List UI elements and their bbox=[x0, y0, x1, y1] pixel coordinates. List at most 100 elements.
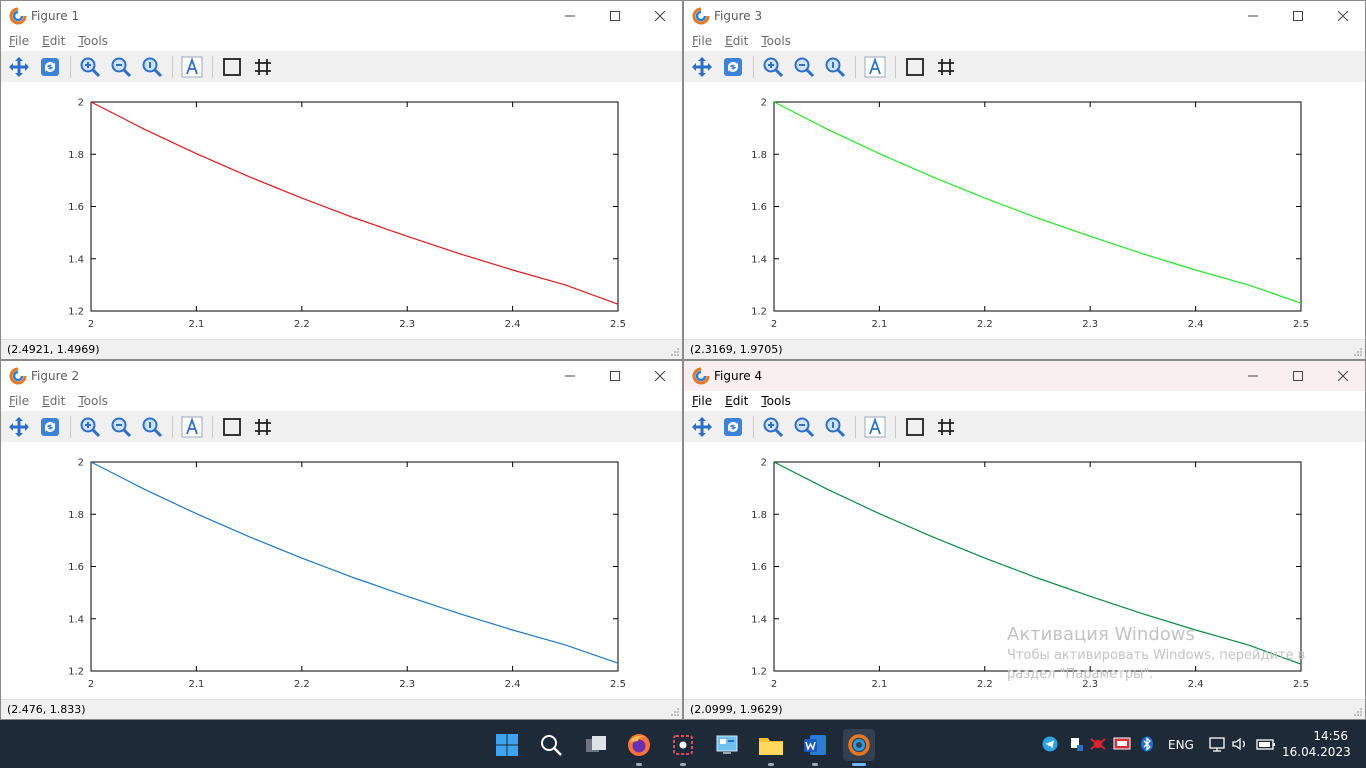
zoom-in-button[interactable] bbox=[76, 414, 104, 440]
maximize-button[interactable] bbox=[592, 1, 637, 31]
status-bar: (2.0999, 1.9629) bbox=[684, 699, 1365, 719]
toolbar-separator bbox=[895, 415, 896, 438]
axes-frame bbox=[773, 461, 1302, 672]
title-bar[interactable]: Figure 3 bbox=[684, 1, 1365, 31]
control-panel-icon[interactable] bbox=[711, 729, 743, 761]
menu-file[interactable]: File bbox=[692, 34, 712, 48]
rotate-button[interactable] bbox=[719, 54, 747, 80]
resize-grip-icon[interactable] bbox=[670, 347, 680, 357]
minimize-button[interactable] bbox=[547, 361, 592, 391]
grid-button[interactable] bbox=[249, 54, 277, 80]
zoom-in-button[interactable] bbox=[76, 54, 104, 80]
text-a-icon bbox=[181, 416, 203, 437]
resize-grip-icon[interactable] bbox=[670, 707, 680, 717]
maximize-button[interactable] bbox=[592, 361, 637, 391]
plot-area[interactable]: 2 2.1 2.2 2.3 2.4 2.5 1.2 1.4 1.6 1.8 2 bbox=[684, 83, 1366, 341]
text-button[interactable] bbox=[861, 54, 889, 80]
grid-button[interactable] bbox=[249, 414, 277, 440]
menu-edit[interactable]: Edit bbox=[42, 394, 65, 408]
resize-grip-icon[interactable] bbox=[1353, 707, 1363, 717]
zoom-out-button[interactable] bbox=[790, 414, 818, 440]
octave-icon[interactable] bbox=[843, 729, 875, 766]
maximize-button[interactable] bbox=[1275, 361, 1320, 391]
menu-tools[interactable]: Tools bbox=[78, 394, 108, 408]
title-bar[interactable]: Figure 2 bbox=[1, 361, 682, 391]
input-language[interactable]: ENG bbox=[1168, 738, 1194, 752]
snipping-tool-icon[interactable] bbox=[667, 729, 699, 766]
menu-file[interactable]: File bbox=[9, 394, 29, 408]
zoom-out-icon bbox=[111, 57, 132, 77]
zoom-reset-icon bbox=[825, 417, 846, 437]
close-icon bbox=[654, 11, 665, 21]
clock-time[interactable]: 14:56 bbox=[1290, 729, 1348, 743]
telegram-tray-icon[interactable] bbox=[1040, 734, 1060, 754]
menu-tools[interactable]: Tools bbox=[761, 394, 791, 408]
pan-button[interactable] bbox=[688, 414, 716, 440]
pan-button[interactable] bbox=[5, 414, 33, 440]
network-warning-tray-icon[interactable] bbox=[1088, 734, 1108, 754]
plot-area[interactable]: 2 2.1 2.2 2.3 2.4 2.5 1.2 1.4 1.6 1.8 2 bbox=[1, 83, 683, 341]
pan-button[interactable] bbox=[688, 54, 716, 80]
menu-file[interactable]: File bbox=[9, 34, 29, 48]
zoom-reset-button[interactable] bbox=[138, 414, 166, 440]
menu-file[interactable]: File bbox=[692, 394, 712, 408]
text-button[interactable] bbox=[178, 414, 206, 440]
network-tray-icon[interactable] bbox=[1208, 734, 1228, 754]
file-explorer-icon[interactable] bbox=[755, 729, 787, 766]
zoom-out-button[interactable] bbox=[107, 414, 135, 440]
zoom-out-button[interactable] bbox=[790, 54, 818, 80]
menu-edit[interactable]: Edit bbox=[725, 394, 748, 408]
rotate-button[interactable] bbox=[36, 414, 64, 440]
grid-button[interactable] bbox=[932, 414, 960, 440]
windows-start-icon[interactable] bbox=[491, 729, 523, 761]
close-button[interactable] bbox=[637, 361, 682, 391]
title-bar[interactable]: Figure 4 bbox=[684, 361, 1365, 391]
menu-edit[interactable]: Edit bbox=[42, 34, 65, 48]
resize-grip-icon[interactable] bbox=[1353, 347, 1363, 357]
grid-button[interactable] bbox=[932, 54, 960, 80]
close-button[interactable] bbox=[637, 1, 682, 31]
x-tick-label: 2.5 bbox=[1293, 319, 1309, 330]
x-tick-label: 2.5 bbox=[610, 679, 626, 690]
axes-box-button[interactable] bbox=[218, 54, 246, 80]
text-button[interactable] bbox=[178, 54, 206, 80]
rotate-button[interactable] bbox=[36, 54, 64, 80]
plot-area[interactable]: 2 2.1 2.2 2.3 2.4 2.5 1.2 1.4 1.6 1.8 2 bbox=[684, 443, 1366, 701]
maximize-button[interactable] bbox=[1275, 1, 1320, 31]
toolbar-separator bbox=[753, 415, 754, 438]
pan-button[interactable] bbox=[5, 54, 33, 80]
task-view-icon[interactable] bbox=[580, 729, 612, 761]
running-indicator bbox=[852, 763, 866, 766]
minimize-button[interactable] bbox=[1230, 361, 1275, 391]
zoom-in-button[interactable] bbox=[759, 54, 787, 80]
zoom-out-button[interactable] bbox=[107, 54, 135, 80]
axes-box-button[interactable] bbox=[901, 414, 929, 440]
axes-box-button[interactable] bbox=[218, 414, 246, 440]
zoom-reset-button[interactable] bbox=[138, 54, 166, 80]
firefox-icon[interactable] bbox=[623, 729, 655, 766]
usb-device-tray-icon[interactable] bbox=[1066, 734, 1086, 754]
minimize-button[interactable] bbox=[1230, 1, 1275, 31]
title-bar[interactable]: Figure 1 bbox=[1, 1, 682, 31]
volume-tray-icon[interactable] bbox=[1230, 734, 1250, 754]
text-button[interactable] bbox=[861, 414, 889, 440]
zoom-in-button[interactable] bbox=[759, 414, 787, 440]
menu-tools[interactable]: Tools bbox=[78, 34, 108, 48]
display-tray-icon[interactable] bbox=[1112, 734, 1132, 754]
battery-tray-icon[interactable] bbox=[1256, 734, 1276, 754]
axes-box-button[interactable] bbox=[901, 54, 929, 80]
minimize-button[interactable] bbox=[547, 1, 592, 31]
clock-date[interactable]: 16.04.2023 bbox=[1282, 745, 1351, 759]
rotate-icon bbox=[724, 57, 742, 76]
word-icon[interactable] bbox=[799, 729, 831, 766]
close-button[interactable] bbox=[1320, 361, 1365, 391]
search-icon[interactable] bbox=[535, 729, 567, 761]
menu-tools[interactable]: Tools bbox=[761, 34, 791, 48]
zoom-reset-button[interactable] bbox=[821, 54, 849, 80]
zoom-reset-button[interactable] bbox=[821, 414, 849, 440]
close-button[interactable] bbox=[1320, 1, 1365, 31]
plot-area[interactable]: 2 2.1 2.2 2.3 2.4 2.5 1.2 1.4 1.6 1.8 2 bbox=[1, 443, 683, 701]
menu-edit[interactable]: Edit bbox=[725, 34, 748, 48]
rotate-button[interactable] bbox=[719, 414, 747, 440]
bluetooth-tray-icon[interactable] bbox=[1137, 734, 1157, 754]
